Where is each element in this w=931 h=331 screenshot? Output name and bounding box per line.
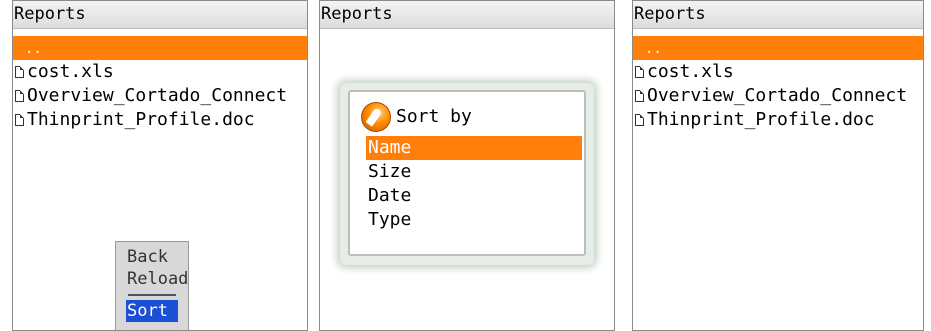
- menu-separator: [128, 294, 176, 296]
- parent-folder-item[interactable]: ..: [13, 36, 307, 60]
- file-icon: [635, 114, 644, 126]
- dialog-title: Sort by: [396, 106, 472, 127]
- file-icon: [15, 114, 24, 126]
- file-item[interactable]: cost.xls: [633, 60, 923, 84]
- file-name: Thinprint_Profile.doc: [27, 109, 255, 130]
- parent-folder-item[interactable]: ..: [633, 36, 923, 60]
- file-name: cost.xls: [27, 61, 114, 82]
- file-name: Thinprint_Profile.doc: [647, 109, 875, 130]
- file-icon: [635, 90, 644, 102]
- file-item[interactable]: Overview_Cortado_Connect: [13, 84, 307, 108]
- sort-option-type[interactable]: Type: [366, 208, 582, 232]
- file-list: .. cost.xls Overview_Cortado_Connect Thi…: [13, 29, 307, 132]
- file-item[interactable]: Thinprint_Profile.doc: [633, 108, 923, 132]
- sort-option-name[interactable]: Name: [366, 136, 582, 160]
- file-icon: [15, 90, 24, 102]
- app-logo-icon: [361, 102, 391, 132]
- menu-item-reload[interactable]: Reload: [118, 268, 188, 290]
- screen-3: Reports .. cost.xls Overview_Cortado_Con…: [632, 0, 924, 331]
- dialog-header: Sort by: [350, 92, 584, 136]
- file-name: Overview_Cortado_Connect: [27, 85, 288, 106]
- screen-2: Reports Sort by Name Size Date Type: [319, 0, 615, 331]
- file-icon: [635, 66, 644, 78]
- context-menu: Back Reload Sort: [115, 241, 189, 330]
- file-icon: [15, 66, 24, 78]
- menu-item-sort[interactable]: Sort: [126, 300, 178, 322]
- screen-1: Reports .. cost.xls Overview_Cortado_Con…: [12, 0, 308, 331]
- sort-dialog: Sort by Name Size Date Type: [348, 90, 586, 256]
- title-bar: Reports: [320, 1, 614, 29]
- file-list: .. cost.xls Overview_Cortado_Connect Thi…: [633, 29, 923, 132]
- screen-title: Reports: [14, 4, 86, 24]
- screen-title: Reports: [321, 4, 393, 24]
- sort-option-date[interactable]: Date: [366, 184, 582, 208]
- file-item[interactable]: cost.xls: [13, 60, 307, 84]
- file-item[interactable]: Thinprint_Profile.doc: [13, 108, 307, 132]
- parent-folder-label: ..: [25, 41, 42, 57]
- title-bar: Reports: [633, 1, 923, 29]
- menu-item-back[interactable]: Back: [118, 246, 186, 268]
- parent-folder-label: ..: [645, 41, 662, 57]
- file-item[interactable]: Overview_Cortado_Connect: [633, 84, 923, 108]
- file-name: cost.xls: [647, 61, 734, 82]
- file-name: Overview_Cortado_Connect: [647, 85, 908, 106]
- title-bar: Reports: [13, 1, 307, 29]
- sort-option-size[interactable]: Size: [366, 160, 582, 184]
- screen-title: Reports: [634, 4, 706, 24]
